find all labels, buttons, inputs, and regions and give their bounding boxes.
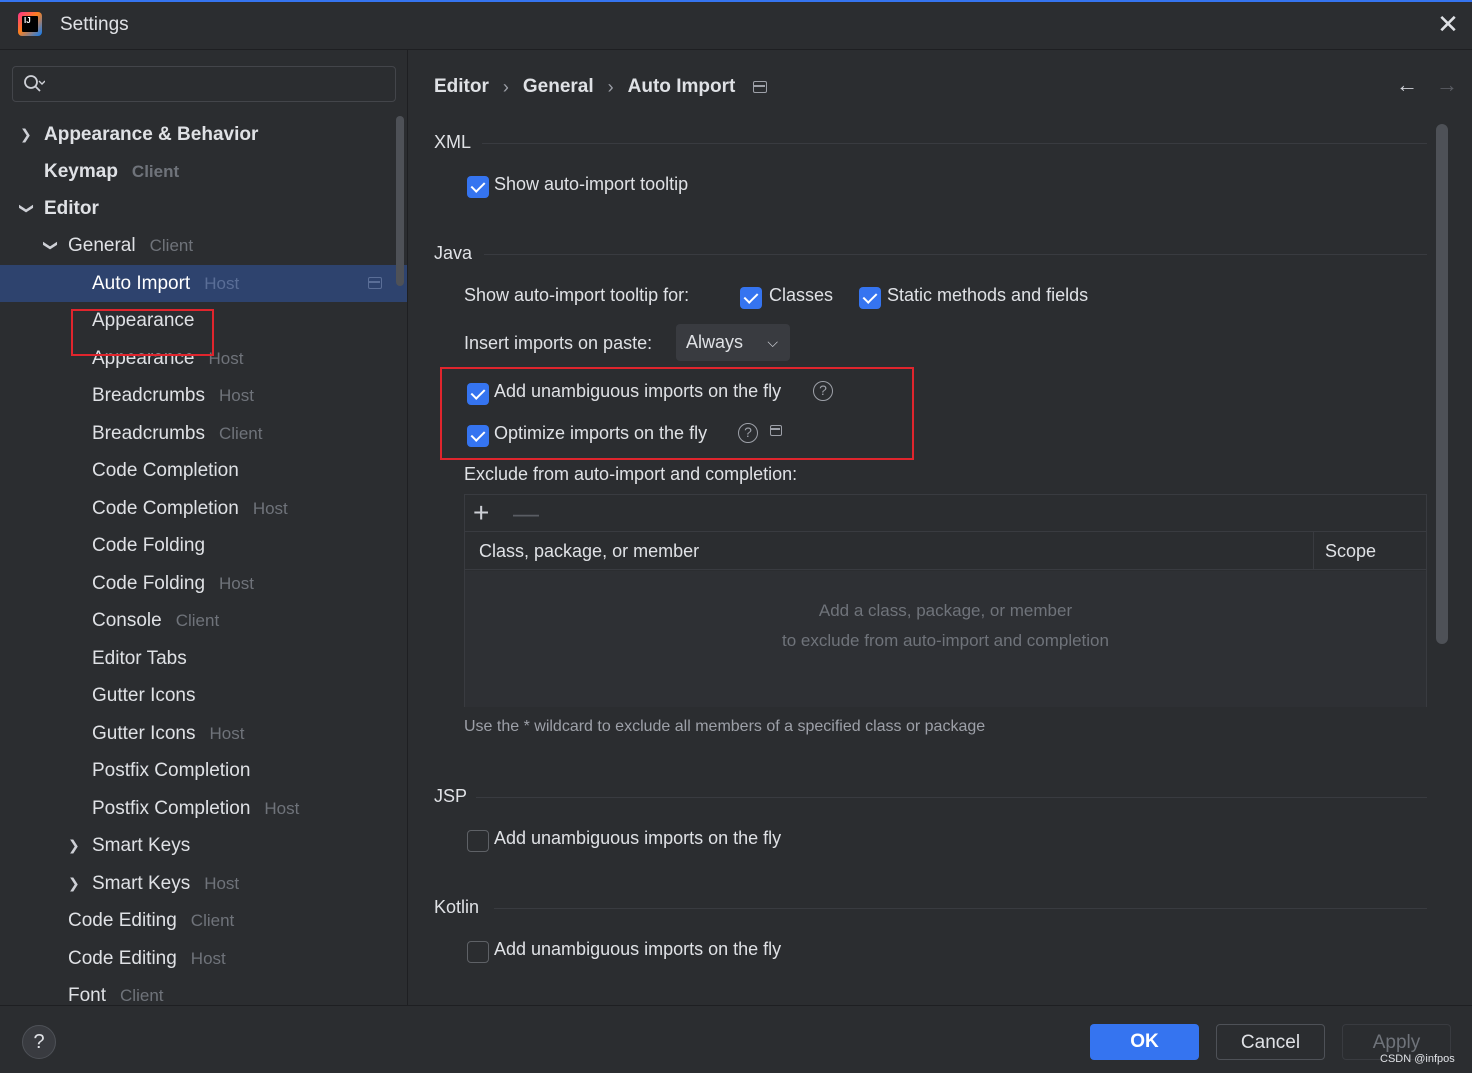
- tooltip-for-label: Show auto-import tooltip for:: [464, 285, 690, 305]
- tree-item-smart-keys[interactable]: ❯ Smart Keys: [0, 827, 407, 864]
- breadcrumb-separator-icon: ›: [502, 76, 509, 97]
- xml-show-tooltip-label[interactable]: Show auto-import tooltip: [494, 174, 688, 195]
- jsp-add-unambiguous-label[interactable]: Add unambiguous imports on the fly: [494, 828, 781, 849]
- settings-sidebar: ❯ Appearance & Behavior Keymap Client ❯ E…: [0, 50, 408, 1005]
- chevron-down-icon[interactable]: ❯: [33, 239, 70, 253]
- intellij-logo-icon: IJ: [18, 12, 42, 36]
- static-methods-label[interactable]: Static methods and fields: [887, 285, 1088, 306]
- section-title-jsp: JSP: [434, 786, 468, 806]
- tree-item-breadcrumbs-host[interactable]: Breadcrumbs Host: [0, 377, 407, 414]
- breadcrumb: Editor › General › Auto Import: [434, 72, 768, 102]
- tree-item-gutter-icons-host[interactable]: Gutter Icons Host: [0, 715, 407, 752]
- add-icon[interactable]: +: [473, 497, 489, 529]
- tree-item-breadcrumbs-client[interactable]: Breadcrumbs Client: [0, 415, 407, 452]
- section-title-kotlin: Kotlin: [434, 897, 480, 917]
- tree-item-general[interactable]: ❯ General Client: [0, 227, 407, 264]
- forward-arrow-icon[interactable]: →: [1436, 72, 1458, 98]
- search-box[interactable]: [12, 66, 396, 102]
- tree-item-auto-import[interactable]: Auto Import Host: [0, 265, 407, 302]
- wildcard-hint: Use the * wildcard to exclude all member…: [464, 718, 986, 735]
- tree-item-code-editing-host[interactable]: Code Editing Host: [0, 940, 407, 977]
- title-bar: IJ Settings ✕: [0, 2, 1472, 50]
- table-toolbar: + —: [465, 495, 1426, 532]
- chevron-down-icon[interactable]: ❯: [9, 202, 46, 216]
- close-button[interactable]: ✕: [1434, 10, 1462, 38]
- tree-item-console[interactable]: Console Client: [0, 602, 407, 639]
- add-unambiguous-label[interactable]: Add unambiguous imports on the fly: [494, 381, 781, 402]
- tree-item-code-completion[interactable]: Code Completion: [0, 452, 407, 489]
- tree-item-gutter-icons[interactable]: Gutter Icons: [0, 677, 407, 714]
- section-title-java: Java: [434, 243, 473, 263]
- add-unambiguous-checkbox[interactable]: [467, 383, 489, 405]
- exclude-table: + — Class, package, or member Scope Add …: [464, 494, 1427, 707]
- tree-item-code-folding[interactable]: Code Folding: [0, 527, 407, 564]
- section-divider: [482, 143, 1427, 144]
- optimize-imports-label[interactable]: Optimize imports on the fly: [494, 423, 707, 444]
- column-divider[interactable]: [1313, 532, 1314, 570]
- section-divider: [476, 797, 1427, 798]
- kotlin-add-unambiguous-label[interactable]: Add unambiguous imports on the fly: [494, 939, 781, 960]
- chevron-right-icon[interactable]: ❯: [20, 116, 36, 153]
- sidebar-scrollbar[interactable]: [396, 116, 404, 286]
- settings-content: Editor › General › Auto Import ← → XML S…: [408, 50, 1472, 1005]
- search-input[interactable]: [57, 71, 387, 97]
- breadcrumb-general[interactable]: General: [523, 76, 594, 98]
- optimize-imports-checkbox[interactable]: [467, 425, 489, 447]
- kotlin-add-unambiguous-checkbox[interactable]: [467, 941, 489, 963]
- tree-item-code-editing-client[interactable]: Code Editing Client: [0, 902, 407, 939]
- tree-item-appearance[interactable]: Appearance: [0, 302, 407, 339]
- content-scrollbar[interactable]: [1436, 124, 1448, 644]
- column-header-class[interactable]: Class, package, or member: [479, 532, 699, 570]
- cancel-button[interactable]: Cancel: [1216, 1024, 1325, 1060]
- shared-settings-icon: [753, 81, 768, 93]
- help-icon[interactable]: ?: [738, 423, 758, 443]
- watermark: CSDN @infpos: [1380, 1053, 1455, 1065]
- tree-item-editor-tabs[interactable]: Editor Tabs: [0, 640, 407, 677]
- tree-item-code-completion-host[interactable]: Code Completion Host: [0, 490, 407, 527]
- section-divider: [494, 908, 1427, 909]
- exclude-label: Exclude from auto-import and completion:: [464, 464, 798, 484]
- window-title: Settings: [60, 14, 129, 35]
- column-header-scope[interactable]: Scope: [1325, 532, 1376, 570]
- insert-on-paste-dropdown[interactable]: Always ⌵: [676, 324, 790, 361]
- xml-show-tooltip-checkbox[interactable]: [467, 176, 489, 198]
- chevron-right-icon[interactable]: ❯: [68, 865, 84, 902]
- tree-item-appearance-behavior[interactable]: ❯ Appearance & Behavior: [0, 116, 407, 153]
- help-button[interactable]: ?: [22, 1025, 56, 1059]
- section-title-xml: XML: [434, 132, 472, 152]
- search-icon: [24, 75, 45, 92]
- section-divider: [484, 254, 1427, 255]
- tree-item-postfix-completion[interactable]: Postfix Completion: [0, 752, 407, 789]
- ok-button[interactable]: OK: [1090, 1024, 1199, 1060]
- shared-settings-icon: [770, 425, 782, 436]
- empty-text-line-1: Add a class, package, or member: [818, 601, 1073, 620]
- static-methods-checkbox[interactable]: [859, 287, 881, 309]
- help-icon[interactable]: ?: [813, 381, 833, 401]
- tree-item-editor[interactable]: ❯ Editor: [0, 190, 407, 227]
- table-header: Class, package, or member Scope: [465, 532, 1426, 570]
- breadcrumb-auto-import: Auto Import: [627, 76, 736, 97]
- tree-item-postfix-completion-host[interactable]: Postfix Completion Host: [0, 790, 407, 827]
- tree-item-appearance-host[interactable]: Appearance Host: [0, 340, 407, 377]
- shared-settings-icon: [368, 277, 382, 289]
- back-arrow-icon[interactable]: ←: [1396, 72, 1418, 98]
- tree-item-smart-keys-host[interactable]: ❯ Smart Keys Host: [0, 865, 407, 902]
- insert-on-paste-value: Always: [686, 332, 744, 352]
- empty-text-line-2: to exclude from auto-import and completi…: [782, 631, 1109, 650]
- remove-icon[interactable]: —: [513, 497, 539, 529]
- dialog-footer: ? OK Cancel Apply CSDN @infpos: [0, 1005, 1472, 1073]
- tree-item-font[interactable]: Font Client: [0, 977, 407, 1005]
- classes-label[interactable]: Classes: [769, 285, 833, 306]
- table-body[interactable]: Add a class, package, or member to exclu…: [465, 571, 1426, 707]
- chevron-right-icon[interactable]: ❯: [68, 827, 84, 864]
- jsp-add-unambiguous-checkbox[interactable]: [467, 830, 489, 852]
- tree-item-code-folding-host[interactable]: Code Folding Host: [0, 565, 407, 602]
- breadcrumb-editor[interactable]: Editor: [434, 76, 489, 98]
- breadcrumb-separator-icon: ›: [607, 76, 614, 97]
- tree-item-keymap[interactable]: Keymap Client: [0, 153, 407, 190]
- chevron-down-icon: ⌵: [767, 334, 778, 350]
- classes-checkbox[interactable]: [740, 287, 762, 309]
- insert-on-paste-label: Insert imports on paste:: [464, 333, 653, 353]
